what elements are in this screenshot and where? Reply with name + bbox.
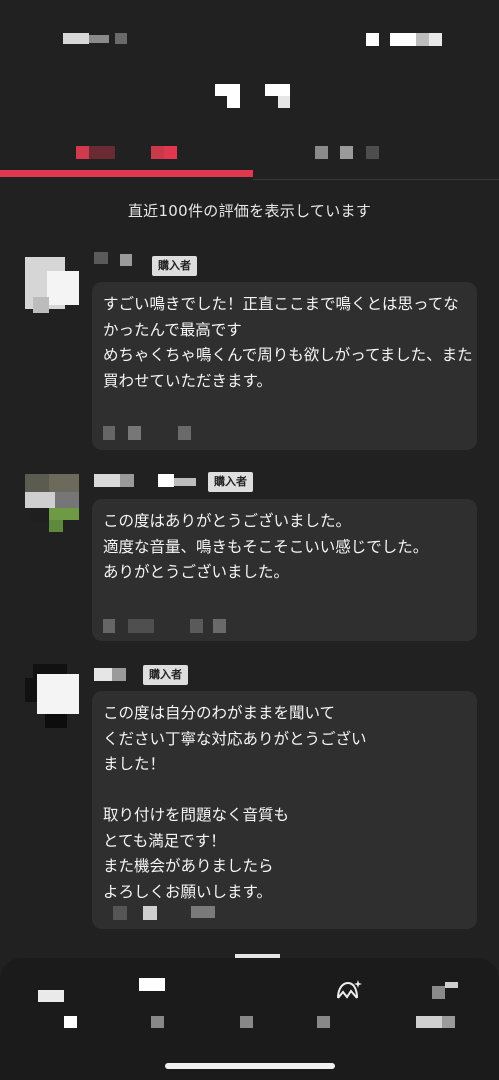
review-date-redacted [103,906,303,922]
sell-label-redacted [240,1016,253,1028]
active-tab-indicator [0,170,253,177]
avatar[interactable] [25,664,79,728]
status-bar [0,0,499,80]
buyer-badge: 購入者 [208,472,253,492]
signal-icon [366,33,379,46]
review-date-redacted [103,619,303,635]
buyer-badge: 購入者 [152,256,197,276]
notification-icon [337,980,362,999]
tab-good-ratings[interactable] [0,135,253,175]
wifi-icon [390,33,416,46]
nav-item-home[interactable] [0,958,99,1038]
review-comment: この度は自分のわがままを聞いて ください丁寧な対応ありがとうござい ました！ 取… [103,704,367,901]
comment-bubble: すごい鳴きでした！正直ここまで鳴くとは思ってなかったんで最高です めちゃくちゃ鳴… [92,282,477,450]
account-label-redacted [442,1016,455,1028]
ratings-notice: 直近100件の評価を表示しています [127,202,372,220]
avatar[interactable] [25,474,79,532]
battery-icon [416,33,429,46]
review-comment: この度はありがとうございました。 適度な音量、鳴きもそこそこいい感じでした。 あ… [103,512,429,581]
reviewer-name-redacted [94,668,134,690]
page-title-redacted [0,80,499,120]
status-time-redacted [63,33,89,44]
status-time-redacted [89,35,109,43]
review-comment: すごい鳴きでした！正直ここまで鳴くとは思ってなかったんで最高です めちゃくちゃ鳴… [103,295,473,390]
search-icon [139,978,165,991]
nav-item-search[interactable] [99,958,198,1038]
account-icon [432,986,445,999]
nav-item-notifications[interactable] [297,958,396,1038]
review-date-redacted [103,426,303,442]
tab-divider [253,179,499,180]
tab-bad-ratings[interactable] [253,135,499,175]
home-indicator[interactable] [165,1063,335,1069]
buyer-badge: 購入者 [143,665,188,685]
home-label-redacted [64,1016,77,1028]
status-time-redacted [115,33,127,44]
account-icon [445,982,458,988]
avatar[interactable] [25,257,79,313]
rating-tabs [0,135,499,185]
notifications-label-redacted [317,1016,330,1028]
reviewer-name-redacted [94,474,204,496]
battery-icon [429,33,442,46]
account-label-redacted [416,1016,442,1028]
home-icon [38,990,64,1002]
comment-bubble: この度は自分のわがままを聞いて ください丁寧な対応ありがとうござい ました！ 取… [92,691,477,929]
nav-item-sell[interactable] [198,958,297,1038]
bottom-navigation [0,958,499,1080]
comment-bubble: この度はありがとうございました。 適度な音量、鳴きもそこそこいい感じでした。 あ… [92,499,477,641]
nav-item-account[interactable] [396,958,495,1038]
search-label-redacted [151,1016,164,1028]
